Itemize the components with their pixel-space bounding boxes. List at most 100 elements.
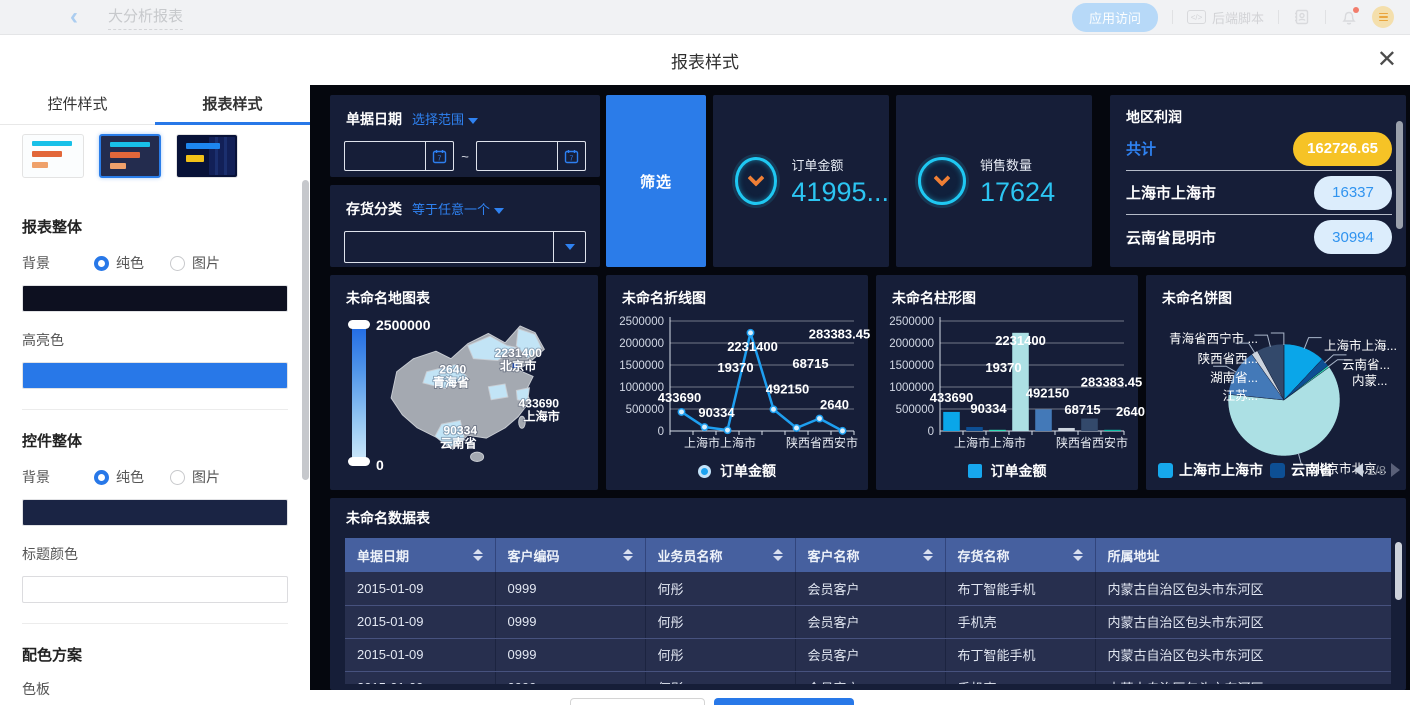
sort-icon[interactable] (1073, 549, 1083, 561)
table-column-header[interactable]: 单据日期 (345, 538, 495, 572)
svg-text:19370: 19370 (717, 360, 753, 375)
select-dropdown-icon[interactable] (553, 232, 585, 262)
map-color-legend (352, 323, 366, 463)
table-row[interactable]: 2015-01-090999何彤会员客户手机壳内蒙古自治区包头市东河区 (345, 671, 1391, 684)
pie-chart-title: 未命名饼图 (1146, 275, 1406, 308)
bar-chart-title: 未命名柱形图 (876, 275, 1138, 308)
control-bg-color-swatch[interactable] (22, 499, 288, 526)
svg-text:云南省: 云南省 (440, 435, 476, 450)
date-end-input[interactable]: 7 (476, 141, 586, 171)
sidebar-scrollbar[interactable] (302, 180, 309, 480)
topbar-divider (1172, 10, 1173, 24)
title-color-label: 标题颜色 (22, 544, 288, 564)
table-column-header[interactable]: 客户名称 (795, 538, 945, 572)
sidebar-divider (22, 409, 288, 410)
back-chevron-icon[interactable]: ‹ (70, 2, 78, 32)
pagination-next-icon[interactable] (1391, 463, 1400, 477)
pie-slice-label: 内蒙... (1352, 370, 1387, 389)
table-cell: 0999 (495, 605, 645, 638)
sidebar-tabs: 控件样式 报表样式 (0, 85, 310, 125)
title-color-input[interactable] (22, 576, 288, 603)
section-title-scheme: 配色方案 (22, 644, 288, 665)
radio-image[interactable]: 图片 (170, 253, 220, 273)
calendar-icon[interactable]: 7 (425, 142, 453, 170)
sort-icon[interactable] (623, 549, 633, 561)
region-value-badge: 16337 (1314, 176, 1392, 210)
china-map[interactable]: 2231400北京市2640青海省433690上海市90334云南省 (378, 311, 593, 483)
region-scrollbar[interactable] (1396, 121, 1403, 229)
date-range-mode-dropdown[interactable]: 选择范围 (412, 109, 478, 128)
table-cell: 2015-01-09 (345, 572, 495, 605)
tab-control-style[interactable]: 控件样式 (0, 85, 155, 124)
table-column-header[interactable]: 客户编码 (495, 538, 645, 572)
svg-text:283383.45: 283383.45 (809, 327, 870, 342)
svg-text:19370: 19370 (985, 360, 1021, 375)
report-style-modal: 报表样式 ✕ 控件样式 报表样式 报表整体 背景 纯色 图片 (0, 35, 1410, 705)
bg-label: 背景 (22, 253, 94, 273)
legend-square-marker (968, 464, 982, 478)
user-avatar[interactable] (1372, 6, 1394, 28)
filter-button[interactable]: 筛选 (606, 95, 706, 267)
svg-text:上海市: 上海市 (523, 408, 559, 423)
table-cell: 会员客户 (795, 638, 945, 671)
radio-solid-color[interactable]: 纯色 (94, 467, 144, 487)
pagination-prev-icon[interactable] (1354, 463, 1363, 477)
highlight-color-swatch[interactable] (22, 362, 288, 389)
calendar-icon[interactable]: 7 (557, 142, 585, 170)
section-title-control: 控件整体 (22, 430, 288, 451)
svg-text:68715: 68715 (1064, 402, 1100, 417)
pie-legend-item[interactable]: 上海市上海市 (1158, 460, 1263, 480)
svg-text:2500000: 2500000 (619, 316, 664, 328)
radio-solid-color[interactable]: 纯色 (94, 253, 144, 273)
table-cell: 内蒙古自治区包头市东河区 (1095, 671, 1391, 684)
region-profit-row: 上海市上海市16337 (1126, 171, 1392, 215)
report-preview: 单据日期 选择范围 7 ~ 7 (310, 85, 1410, 705)
confirm-button[interactable] (714, 698, 854, 705)
sort-icon[interactable] (473, 549, 483, 561)
tab-report-style[interactable]: 报表样式 (155, 85, 310, 124)
table-column-header[interactable]: 业务员名称 (645, 538, 795, 572)
theme-thumbnail-light[interactable] (22, 134, 84, 178)
table-row[interactable]: 2015-01-090999何彤会员客户布丁智能手机内蒙古自治区包头市东河区 (345, 638, 1391, 671)
sort-icon[interactable] (773, 549, 783, 561)
table-row[interactable]: 2015-01-090999何彤会员客户布丁智能手机内蒙古自治区包头市东河区 (345, 572, 1391, 605)
kpi-label: 订单金额 (791, 155, 889, 174)
svg-text:90334: 90334 (970, 401, 1007, 416)
legend-circle-marker (698, 465, 711, 478)
theme-thumbnail-deep[interactable] (176, 134, 238, 178)
category-mode-dropdown[interactable]: 等于任意一个 (412, 199, 504, 218)
radio-solid-label: 纯色 (116, 253, 144, 273)
date-start-input[interactable]: 7 (344, 141, 454, 171)
radio-image[interactable]: 图片 (170, 467, 220, 487)
contacts-icon[interactable] (1293, 8, 1311, 26)
report-bg-color-swatch[interactable] (22, 285, 288, 312)
sort-icon[interactable] (923, 549, 933, 561)
table-row[interactable]: 2015-01-090999何彤会员客户手机壳内蒙古自治区包头市东河区 (345, 605, 1391, 638)
svg-text:陕西省西安市: 陕西省西安市 (786, 435, 858, 450)
svg-text:2231400: 2231400 (995, 333, 1046, 348)
line-chart-legend[interactable]: 订单金额 (606, 461, 868, 481)
cancel-button[interactable] (570, 698, 705, 705)
table-cell: 内蒙古自治区包头市东河区 (1095, 605, 1391, 638)
backend-script-button[interactable]: </> 后端脚本 (1187, 8, 1264, 27)
app-access-button[interactable]: 应用访问 (1072, 3, 1158, 32)
bar-chart[interactable]: 05000001000000150000020000002500000上海市上海… (876, 309, 1138, 459)
pie-chart-legend: 上海市上海市 云南省昆明市 1/8 (1158, 460, 1400, 480)
chevron-down-icon (494, 208, 504, 214)
bar-chart-legend[interactable]: 订单金额 (876, 461, 1138, 481)
svg-text:青海省: 青海省 (433, 375, 469, 390)
legend-label: 上海市上海市 (1179, 460, 1263, 480)
pie-slice-label: 陕西省西... (1154, 348, 1258, 367)
svg-text:7: 7 (570, 155, 574, 162)
pie-legend-item[interactable]: 云南省昆明市 (1270, 460, 1332, 480)
category-select[interactable] (344, 231, 586, 263)
section-title-report: 报表整体 (22, 216, 288, 237)
line-chart[interactable]: 05000001000000150000020000002500000上海市上海… (606, 309, 868, 459)
svg-text:433690: 433690 (658, 390, 701, 405)
table-column-header[interactable]: 存货名称 (945, 538, 1095, 572)
table-scrollbar[interactable] (1395, 542, 1402, 600)
notification-bell-icon[interactable] (1340, 8, 1358, 26)
close-icon[interactable]: ✕ (1377, 45, 1397, 74)
theme-thumbnail-dark[interactable] (99, 134, 161, 178)
table-cell: 布丁智能手机 (945, 572, 1095, 605)
